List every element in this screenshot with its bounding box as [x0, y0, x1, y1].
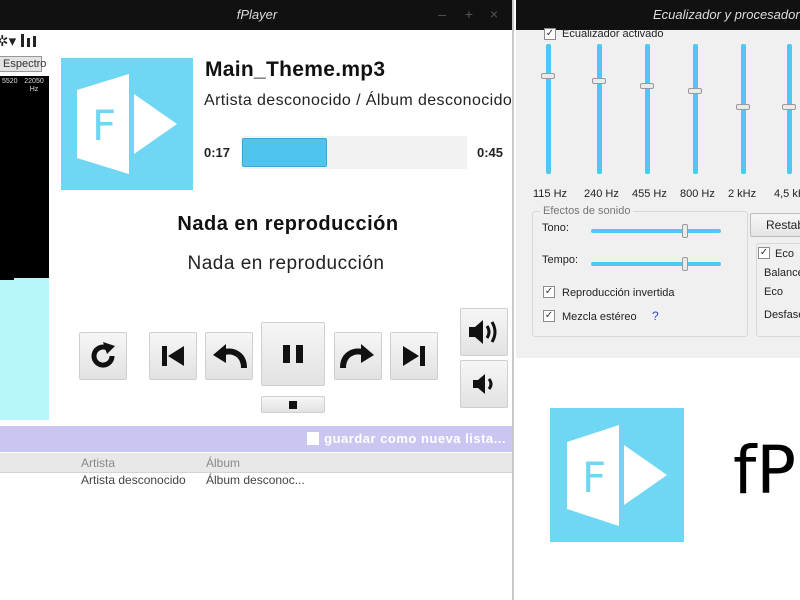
- seek-bar-fill: [242, 138, 327, 167]
- equalizer-title: Ecualizador y procesador: [653, 7, 800, 22]
- track-artist-album: Artista desconocido / Álbum desconocido: [204, 92, 513, 109]
- equalizer-window: Ecualizador y procesador ✓ Ecualizador a…: [516, 0, 800, 358]
- tempo-slider-thumb[interactable]: [682, 257, 688, 271]
- save-playlist-label: guardar como nueva lista...: [324, 431, 506, 446]
- track-title: Main_Theme.mp3: [205, 58, 386, 81]
- stereo-mix-checkbox[interactable]: ✓: [543, 310, 555, 322]
- stop-icon: [289, 400, 297, 409]
- stop-button[interactable]: [261, 396, 325, 413]
- eq-band-label: 115 Hz: [533, 188, 568, 200]
- tone-slider[interactable]: [591, 229, 721, 233]
- next-button[interactable]: [390, 332, 438, 380]
- spectrum-label-max: 22050 Hz: [24, 78, 44, 93]
- add-playlist-icon: [307, 432, 320, 445]
- redo-arrow-icon: [340, 344, 374, 369]
- svg-text:F: F: [582, 453, 606, 502]
- volume-up-icon: [469, 320, 497, 344]
- now-playing-text: Nada en reproducción: [187, 253, 385, 274]
- playlist-toolbar: guardar como nueva lista...: [0, 426, 512, 452]
- stereo-help-link[interactable]: ?: [652, 309, 659, 323]
- skip-next-icon: [403, 346, 425, 366]
- eq-band-slider[interactable]: [546, 44, 551, 174]
- spectrum-level: [0, 280, 49, 420]
- splash-brand-text: fPlayer: [733, 432, 800, 509]
- reverse-playback-checkbox[interactable]: ✓: [543, 286, 555, 298]
- tempo-slider[interactable]: [591, 262, 721, 266]
- undo-arrow-icon: [213, 344, 247, 369]
- spectrum-toolbar: ✲▾: [0, 30, 48, 52]
- eq-band-thumb[interactable]: [640, 83, 654, 89]
- volume-down-button[interactable]: [460, 360, 508, 408]
- table-row[interactable]: Artista desconocido Álbum desconoc...: [0, 473, 512, 489]
- eq-band-slider[interactable]: [597, 44, 602, 174]
- spectrum-label-mid: 5520: [2, 78, 18, 85]
- svg-text:F: F: [92, 101, 116, 150]
- equalizer-enabled-label: Ecualizador activado: [562, 28, 664, 40]
- save-playlist-button[interactable]: guardar como nueva lista...: [307, 431, 506, 446]
- eq-band-thumb[interactable]: [688, 88, 702, 94]
- row-artist: Artista desconocido: [81, 473, 186, 487]
- tone-slider-thumb[interactable]: [682, 224, 688, 238]
- spectrum-visualizer: 5520 22050 Hz: [0, 76, 49, 420]
- eq-band-thumb[interactable]: [782, 104, 796, 110]
- effects-legend: Efectos de sonido: [540, 205, 634, 217]
- column-artist[interactable]: Artista: [81, 456, 115, 470]
- row-album: Álbum desconoc...: [206, 473, 305, 487]
- pause-button[interactable]: [261, 322, 325, 386]
- forward-button[interactable]: [334, 332, 382, 380]
- time-elapsed: 0:17: [204, 145, 231, 160]
- balance-label: Balance: [764, 267, 800, 279]
- echo-label: Eco: [764, 286, 783, 298]
- close-button[interactable]: ×: [486, 6, 502, 22]
- spectrum-bars-icon[interactable]: [20, 32, 38, 52]
- eq-band-slider[interactable]: [693, 44, 698, 174]
- album-art-logo: F: [61, 58, 193, 190]
- eq-band-label: 2 kHz: [728, 188, 757, 200]
- equalizer-titlebar: Ecualizador y procesador: [516, 0, 800, 30]
- eq-band-label: 4,5 kHz: [774, 188, 800, 200]
- rewind-button[interactable]: [205, 332, 253, 380]
- eq-band-label: 455 Hz: [632, 188, 667, 200]
- maximize-button[interactable]: +: [461, 6, 477, 22]
- repeat-icon: [91, 342, 115, 368]
- now-playing-heading: Nada en reproducción: [177, 213, 399, 235]
- phase-label: Desfase: [764, 309, 800, 321]
- echo-checkbox-label: Eco: [775, 248, 794, 260]
- player-window: fPlayer – + × ✲▾ Espectro 5520 22050 Hz …: [0, 0, 514, 600]
- splash-logo: F: [550, 408, 684, 542]
- spectrum-tab[interactable]: Espectro: [0, 56, 46, 72]
- eq-band-slider[interactable]: [645, 44, 650, 174]
- echo-checkbox[interactable]: ✓: [758, 247, 770, 259]
- column-album[interactable]: Álbum: [206, 456, 240, 470]
- playlist-header: Artista Álbum: [0, 453, 512, 473]
- settings-dropdown-icon[interactable]: ✲▾: [0, 32, 16, 50]
- volume-up-button[interactable]: [460, 308, 508, 356]
- skip-previous-icon: [162, 346, 184, 366]
- stereo-mix-label: Mezcla estéreo: [562, 311, 637, 323]
- eq-band-label: 800 Hz: [680, 188, 715, 200]
- volume-down-icon: [473, 374, 493, 394]
- pause-icon: [283, 345, 303, 363]
- eq-band-thumb[interactable]: [736, 104, 750, 110]
- tone-label: Tono:: [542, 222, 569, 234]
- equalizer-enabled-checkbox[interactable]: ✓: [544, 28, 556, 40]
- previous-button[interactable]: [149, 332, 197, 380]
- reset-button[interactable]: Restablecer: [750, 213, 800, 237]
- reverse-playback-label: Reproducción invertida: [562, 287, 675, 299]
- seek-bar[interactable]: [241, 136, 467, 169]
- minimize-button[interactable]: –: [434, 6, 450, 22]
- player-titlebar: fPlayer – + ×: [0, 0, 512, 30]
- eq-band-thumb[interactable]: [592, 78, 606, 84]
- repeat-button[interactable]: [79, 332, 127, 380]
- eq-band-label: 240 Hz: [584, 188, 619, 200]
- tempo-label: Tempo:: [542, 254, 579, 266]
- eq-band-thumb[interactable]: [541, 73, 555, 79]
- time-total: 0:45: [477, 145, 504, 160]
